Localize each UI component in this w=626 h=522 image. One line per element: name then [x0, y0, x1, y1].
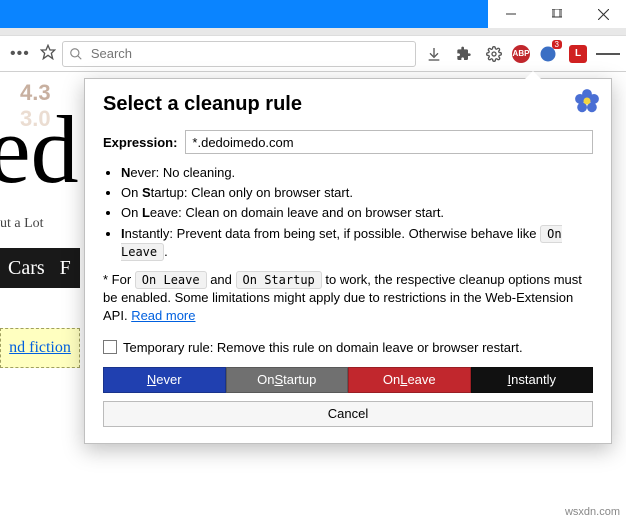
rule-button-row: Never On Startup On Leave Instantly — [103, 367, 593, 393]
notification-count: 3 — [552, 40, 562, 49]
window-maximize-button[interactable] — [534, 0, 580, 28]
page-title-fragment: ed — [0, 94, 79, 205]
tab-strip — [0, 28, 626, 36]
nav-item-cars[interactable]: Cars — [8, 257, 45, 280]
rule-leave: On Leave: Clean on domain leave and on b… — [121, 204, 593, 222]
expression-label: Expression: — [103, 135, 177, 150]
fiction-link[interactable]: nd fiction — [9, 339, 71, 357]
never-button[interactable]: Never — [103, 367, 226, 393]
rule-startup: On Startup: Clean only on browser start. — [121, 184, 593, 202]
app-menu-icon[interactable] — [596, 42, 620, 66]
page-actions-icon[interactable]: ••• — [6, 45, 34, 63]
search-icon — [69, 47, 83, 61]
page-subtitle-fragment: ut a Lot — [0, 216, 44, 232]
cancel-button[interactable]: Cancel — [103, 401, 593, 427]
nav-bar[interactable]: Cars F — [0, 248, 80, 288]
downloads-icon[interactable] — [422, 42, 446, 66]
note-text: * For On Leave and On Startup to work, t… — [103, 271, 593, 326]
temporary-rule-label: Temporary rule: Remove this rule on doma… — [123, 340, 523, 355]
rule-descriptions: Never: No cleaning. On Startup: Clean on… — [121, 164, 593, 261]
extension-gear-icon[interactable]: 3 — [536, 42, 560, 66]
search-input[interactable] — [89, 45, 409, 62]
window-titlebar — [0, 0, 626, 28]
rule-never: Never: No cleaning. — [121, 164, 593, 182]
read-more-link[interactable]: Read more — [131, 308, 195, 323]
extension-l-icon[interactable]: L — [566, 42, 590, 66]
expression-input[interactable] — [185, 130, 593, 154]
bookmark-star-icon[interactable] — [40, 44, 56, 63]
search-box[interactable] — [62, 41, 416, 67]
window-close-button[interactable] — [580, 0, 626, 28]
on-startup-button[interactable]: On Startup — [226, 367, 349, 393]
forget-me-not-icon — [573, 87, 601, 115]
instantly-button[interactable]: Instantly — [471, 367, 594, 393]
panel-arrow — [525, 71, 541, 79]
code-on-leave: On Leave — [135, 271, 207, 289]
browser-toolbar: ••• ABP 3 L — [0, 36, 626, 72]
settings-gear-icon[interactable] — [482, 42, 506, 66]
nav-item-f[interactable]: F — [60, 257, 71, 280]
extensions-icon[interactable] — [452, 42, 476, 66]
highlight-box: nd fiction — [0, 328, 80, 368]
window-minimize-button[interactable] — [488, 0, 534, 28]
cleanup-rule-panel: Select a cleanup rule Expression: Never:… — [84, 78, 612, 444]
temporary-rule-checkbox[interactable] — [103, 340, 117, 354]
watermark: wsxdn.com — [565, 506, 620, 518]
code-on-startup: On Startup — [236, 271, 322, 289]
panel-title: Select a cleanup rule — [103, 93, 593, 116]
abp-extension-icon[interactable]: ABP — [512, 45, 530, 63]
rule-instantly: Instantly: Prevent data from being set, … — [121, 225, 593, 261]
on-leave-button[interactable]: On Leave — [348, 367, 471, 393]
